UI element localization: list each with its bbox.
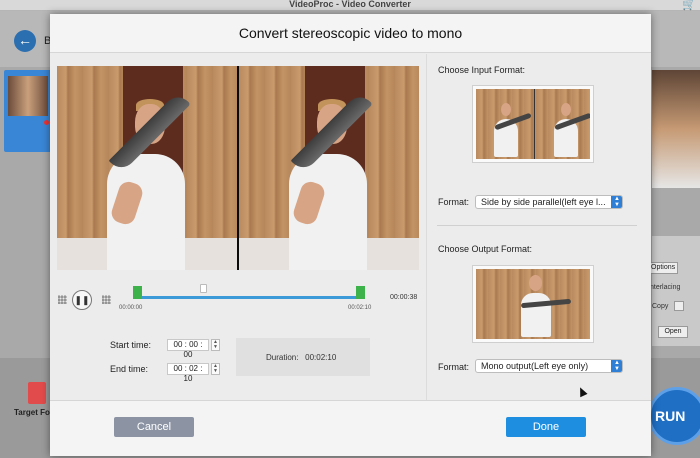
start-time-stepper[interactable]: ▲ ▼: [211, 339, 220, 351]
trim-start-handle[interactable]: [133, 286, 142, 299]
status-dot: [44, 120, 49, 125]
open-button[interactable]: Open: [658, 326, 688, 338]
grid-left-icon: [58, 295, 67, 304]
section-divider: [437, 225, 637, 226]
output-format-value: Mono output(Left eye only): [481, 361, 589, 371]
duration-label: Duration:: [266, 353, 299, 362]
target-format-label: Target For: [14, 408, 53, 417]
input-format-label: Format:: [438, 197, 470, 207]
end-time-label: End time:: [110, 364, 149, 374]
trim-end-time: 00:02:10: [348, 305, 372, 311]
video-thumbnail: [8, 76, 48, 116]
output-format-title: Choose Output Format:: [438, 244, 533, 254]
start-time-label: Start time:: [110, 340, 152, 350]
stereo-to-mono-dialog: Convert stereoscopic video to mono ❚❚ 00…: [50, 14, 651, 456]
video-list-item[interactable]: [4, 70, 52, 152]
player-controls: ❚❚ 00:00:00 00:02:10 00:00:38: [57, 276, 419, 316]
duration-value: 00:02:10: [305, 353, 337, 362]
input-format-value: Side by side parallel(left eye l...: [481, 197, 606, 207]
trim-start-time: 00:00:00: [119, 305, 143, 311]
preview-left-eye: [57, 66, 237, 270]
duration-text: Duration: 00:02:10: [266, 353, 336, 362]
timeline-track[interactable]: [139, 296, 363, 299]
pause-icon[interactable]: ❚❚: [72, 290, 92, 310]
dialog-title: Convert stereoscopic video to mono: [238, 25, 463, 41]
app-titlebar: VideoProc - Video Converter 🛒: [0, 0, 700, 11]
cancel-button[interactable]: Cancel: [114, 417, 194, 437]
input-format-title: Choose Input Format:: [438, 65, 526, 75]
auto-copy-label: Copy: [652, 303, 669, 310]
done-button[interactable]: Done: [506, 417, 586, 437]
current-time: 00:00:38: [390, 294, 418, 301]
app-title: VideoProc - Video Converter: [289, 0, 411, 9]
output-format-label: Format:: [438, 362, 470, 372]
updown-arrow-icon: ▲ ▼: [611, 196, 622, 208]
cart-icon[interactable]: 🛒: [682, 0, 696, 11]
updown-arrow-icon: ▲ ▼: [611, 360, 622, 372]
options-button[interactable]: Options: [648, 262, 678, 274]
deinterlacing-label: nterlacing: [650, 284, 681, 291]
run-button[interactable]: RUN: [648, 387, 700, 445]
trim-time-fields: Start time: 00 : 00 : 00 ▲ ▼ End time: 00…: [57, 316, 419, 398]
grid-right-icon: [102, 295, 111, 304]
format-panel: Choose Input Format: Format: Side by sid…: [426, 54, 651, 408]
duration-box: Duration: 00:02:10: [236, 338, 370, 376]
video-preview[interactable]: [57, 66, 419, 270]
trim-end-handle[interactable]: [356, 286, 365, 299]
playhead[interactable]: [200, 284, 207, 293]
output-preview-thumbnail: [652, 70, 700, 188]
dialog-header: Convert stereoscopic video to mono: [50, 14, 651, 53]
target-format-icon[interactable]: [28, 382, 46, 404]
end-time-input[interactable]: 00 : 02 : 10: [167, 363, 209, 383]
output-format-preview: [472, 265, 594, 343]
start-time-input[interactable]: 00 : 00 : 00: [167, 339, 209, 359]
auto-copy-checkbox[interactable]: [674, 301, 684, 311]
dialog-footer: Cancel Done: [50, 400, 651, 456]
back-arrow-icon[interactable]: ←: [14, 30, 36, 52]
output-format-select[interactable]: Mono output(Left eye only) ▲ ▼: [475, 359, 623, 373]
preview-right-eye: [239, 66, 419, 270]
input-format-preview: [472, 85, 594, 163]
end-time-stepper[interactable]: ▲ ▼: [211, 363, 220, 375]
input-format-select[interactable]: Side by side parallel(left eye l... ▲ ▼: [475, 195, 623, 209]
